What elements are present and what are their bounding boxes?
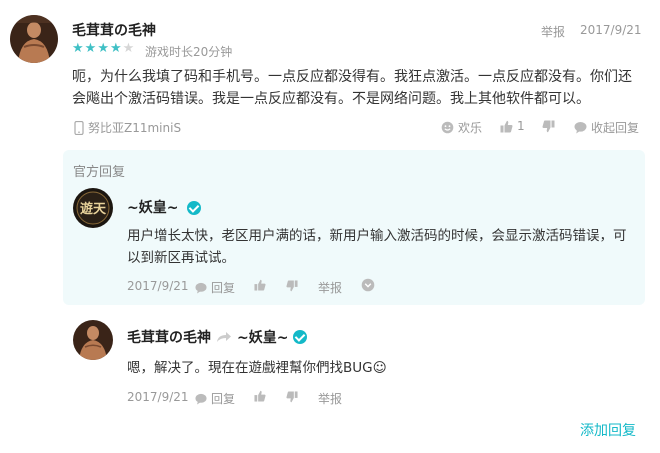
comment-icon: [195, 282, 207, 294]
playtime: 游戏时长20分钟: [145, 45, 233, 59]
reviewer-username[interactable]: 毛茸茸の毛神: [72, 20, 156, 40]
dislike-button[interactable]: [542, 120, 555, 133]
reviewer-avatar[interactable]: [10, 15, 58, 63]
review-content: 呃，为什么我填了码和手机号。一点反应都没得有。我狂点激活。一点反应都没有。你们还…: [72, 69, 632, 107]
reply-content: 嗯，解决了。現在在遊戲裡幫你們找BUG☺: [127, 360, 387, 376]
fun-button[interactable]: 欢乐: [441, 119, 482, 136]
smile-icon: [441, 121, 454, 134]
official-reply-date: 2017/9/21: [127, 279, 189, 293]
thumbs-down-icon: [286, 391, 298, 403]
official-dislike-button[interactable]: [286, 280, 298, 292]
star-icon: ★: [84, 41, 98, 56]
official-avatar-text: 遊天: [80, 201, 107, 217]
device-info: 努比亚Z11miniS: [74, 119, 181, 136]
comment-icon: [574, 121, 587, 134]
reply-avatar[interactable]: [73, 320, 113, 360]
official-report-link[interactable]: 举报: [318, 279, 342, 296]
reply-reply-button[interactable]: 回复: [195, 390, 235, 407]
official-reply-button-label: 回复: [211, 281, 236, 295]
add-reply-link[interactable]: 添加回复: [580, 420, 636, 440]
official-username-text: ~妖皇~: [127, 200, 179, 216]
rating-stars: ★★★★★: [72, 41, 135, 56]
chevron-down-icon: [361, 278, 375, 292]
phone-icon: [74, 120, 84, 135]
reply-reply-button-label: 回复: [211, 392, 236, 406]
official-reply-button[interactable]: 回复: [195, 279, 235, 296]
collapse-replies-label: 收起回复: [591, 121, 640, 135]
reply-arrow-icon: [216, 331, 232, 343]
reply-like-button[interactable]: [254, 390, 266, 402]
fun-label: 欢乐: [458, 121, 483, 135]
star-icon: ★: [72, 41, 85, 56]
official-avatar[interactable]: 遊天: [73, 188, 113, 228]
thumbs-up-icon: [254, 390, 266, 402]
thumbs-down-icon: [542, 120, 555, 133]
verified-badge-icon: [187, 201, 202, 215]
report-link[interactable]: 举报: [541, 23, 565, 40]
reply-report-link[interactable]: 举报: [318, 390, 342, 407]
thumbs-down-icon: [286, 280, 298, 292]
official-like-button[interactable]: [254, 279, 266, 291]
reply-username[interactable]: 毛茸茸の毛神: [127, 327, 211, 347]
star-empty-icon: ★: [122, 41, 136, 56]
like-button[interactable]: 1: [500, 119, 525, 133]
verified-badge-icon: [293, 330, 308, 344]
thumbs-up-icon: [254, 279, 266, 291]
official-more-button[interactable]: [361, 278, 375, 292]
reply-date: 2017/9/21: [127, 390, 189, 404]
star-icon: ★: [97, 41, 110, 56]
official-username[interactable]: ~妖皇~: [127, 197, 202, 217]
official-reply-content: 用户增长太快，老区用户满的话，新用户输入激活码的时候，会显示激活码错误，可以到新…: [127, 228, 627, 266]
device-name: 努比亚Z11miniS: [88, 121, 182, 135]
reply-dislike-button[interactable]: [286, 391, 298, 403]
reply-header: 毛茸茸の毛神 ~妖皇~: [127, 327, 308, 347]
comment-icon: [195, 393, 207, 405]
like-count: 1: [517, 119, 525, 133]
collapse-replies-button[interactable]: 收起回复: [574, 119, 639, 136]
review-date: 2017/9/21: [580, 23, 642, 37]
reply-target-username[interactable]: ~妖皇~: [237, 327, 288, 347]
official-reply-label: 官方回复: [73, 165, 126, 180]
thumbs-up-icon: [500, 120, 513, 133]
star-icon: ★: [109, 41, 123, 56]
